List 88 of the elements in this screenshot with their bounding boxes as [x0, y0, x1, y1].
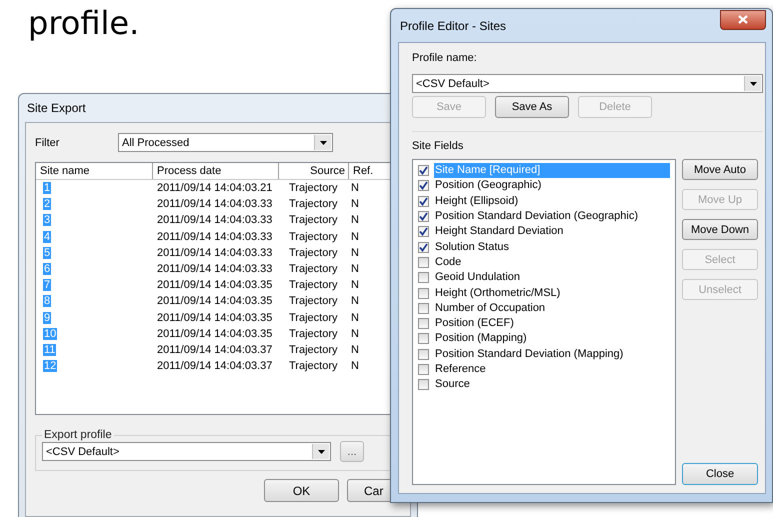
field-item[interactable]: Height (Ellipsoid)	[434, 194, 675, 209]
table-cell: 2011/09/14 14:04:03.35	[157, 312, 272, 324]
checkbox[interactable]	[418, 180, 429, 192]
column-header[interactable]: Ref.	[349, 163, 387, 179]
table-cell: N	[351, 262, 359, 275]
window-title: Site Export	[26, 100, 87, 117]
close-button[interactable]	[720, 10, 766, 30]
table-cell: 2011/09/14 14:04:03.37	[157, 360, 272, 372]
table-cell: Trajectory	[289, 230, 338, 243]
close-button[interactable]: Close	[682, 463, 758, 485]
table-cell: 2011/09/14 14:04:03.35	[157, 295, 272, 308]
export-profile-label: Export profile	[43, 429, 113, 441]
table-cell: Trajectory	[289, 295, 338, 308]
field-item[interactable]: Position Standard Deviation (Geographic)	[434, 209, 675, 224]
table-cell: N	[351, 246, 359, 259]
table-cell: Trajectory	[289, 312, 338, 324]
table-cell: Trajectory	[289, 360, 338, 372]
field-item[interactable]: Position (Mapping)	[434, 331, 675, 346]
field-item[interactable]: Code	[434, 254, 675, 270]
close-icon	[738, 15, 748, 24]
table-cell: Trajectory	[289, 279, 338, 292]
table-cell: N	[351, 295, 359, 308]
site-fields-label: Site Fields	[412, 140, 464, 154]
table-cell: N	[351, 312, 359, 324]
table-cell: 2011/09/14 14:04:03.35	[157, 328, 272, 340]
table-cell: N	[351, 182, 359, 194]
field-item[interactable]: Number of Occupation	[434, 300, 675, 316]
column-header[interactable]: Source	[279, 163, 349, 179]
browse-button[interactable]: ...	[340, 441, 364, 462]
field-item[interactable]: Height Standard Deviation	[434, 224, 675, 240]
profile-button[interactable]: Save As	[495, 96, 569, 118]
table-cell: N	[351, 360, 359, 372]
field-item[interactable]: Geoid Undulation	[434, 270, 675, 286]
field-item[interactable]: Height (Orthometric/MSL)	[434, 286, 675, 301]
table-cell: Trajectory	[289, 344, 338, 356]
filter-label: Filter	[35, 136, 60, 148]
profile-name-label: Profile name:	[412, 52, 478, 66]
checkbox[interactable]	[418, 242, 429, 253]
table-cell: 2011/09/14 14:04:03.37	[157, 344, 272, 356]
table-cell: Trajectory	[289, 182, 338, 194]
column-header[interactable]: Site name	[36, 163, 153, 179]
field-item[interactable]: Position (ECEF)	[434, 316, 675, 332]
table-cell: 2011/09/14 14:04:03.33	[157, 230, 272, 243]
side-button[interactable]: Move Auto	[682, 159, 758, 180]
table-cell: N	[351, 279, 359, 292]
checkbox[interactable]	[418, 364, 429, 375]
checkbox[interactable]	[418, 211, 429, 222]
side-button[interactable]: Move Down	[682, 219, 758, 240]
ok-button[interactable]: OK	[264, 479, 339, 502]
table-cell: 2011/09/14 14:04:03.33	[157, 214, 272, 226]
checkbox[interactable]	[418, 196, 429, 207]
filter-dropdown[interactable]: All Processed	[118, 133, 333, 152]
table-cell: 2011/09/14 14:04:03.33	[157, 198, 272, 210]
window-title: Profile Editor - Sites	[399, 18, 506, 32]
table-cell: 2011/09/14 14:04:03.35	[157, 279, 272, 292]
table-cell: 2011/09/14 14:04:03.33	[157, 262, 272, 275]
table-cell: N	[351, 214, 359, 226]
checkbox[interactable]	[418, 302, 429, 314]
field-item[interactable]: Reference	[434, 362, 675, 377]
table-cell: 2011/09/14 14:04:03.21	[157, 182, 272, 194]
field-item[interactable]: Position (Geographic)	[434, 178, 675, 194]
table-cell: Trajectory	[289, 328, 338, 340]
field-item[interactable]: Solution Status	[434, 240, 675, 255]
field-item[interactable]: Position Standard Deviation (Mapping)	[434, 346, 675, 362]
column-header[interactable]: Process date	[153, 163, 279, 179]
checkbox[interactable]	[418, 165, 429, 176]
checkbox[interactable]	[418, 318, 429, 330]
table-cell: Trajectory	[289, 246, 338, 259]
table-cell: N	[351, 230, 359, 243]
table-cell: N	[351, 344, 359, 356]
checkbox[interactable]	[418, 226, 429, 238]
slide-text: profile.	[28, 4, 140, 42]
table-cell: Trajectory	[289, 262, 338, 275]
field-item[interactable]: Source	[434, 377, 675, 392]
export-profile-dropdown[interactable]: <CSV Default>	[42, 442, 331, 461]
checkbox[interactable]	[418, 333, 429, 344]
checkbox[interactable]	[418, 288, 429, 299]
checkbox[interactable]	[418, 348, 429, 360]
table-cell: N	[351, 198, 359, 210]
checkbox[interactable]	[418, 272, 429, 284]
checkbox[interactable]	[418, 256, 429, 268]
table-cell: Trajectory	[289, 198, 338, 210]
table-cell: 2011/09/14 14:04:03.33	[157, 246, 272, 259]
profile-name-dropdown[interactable]: <CSV Default>	[412, 74, 763, 93]
checkbox[interactable]	[418, 379, 429, 390]
table-cell: Trajectory	[289, 214, 338, 226]
cancel-button[interactable]: Car	[347, 479, 391, 502]
table-cell: N	[351, 328, 359, 340]
